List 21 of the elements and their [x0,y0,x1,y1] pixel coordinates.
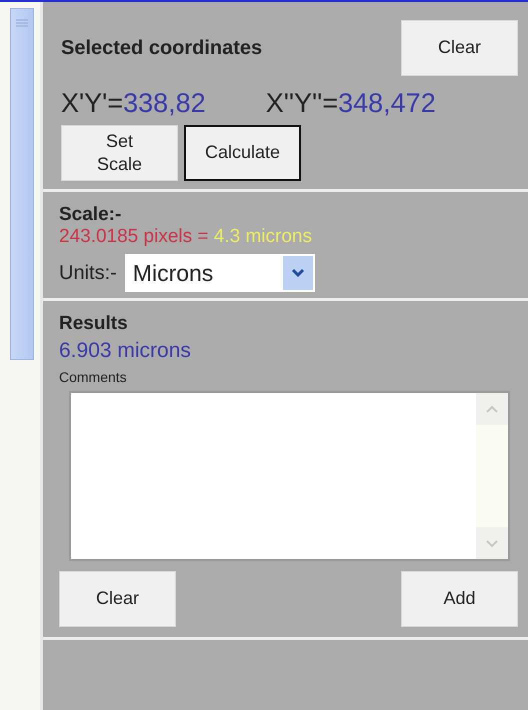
units-dropdown[interactable]: Microns [124,254,315,292]
section-title: Scale:- [59,204,122,226]
grip-icon [16,19,28,29]
chevron-down-icon [290,268,305,278]
add-button[interactable]: Add [401,571,518,627]
units-label: Units:- [59,262,117,284]
comments-field[interactable] [69,391,510,561]
section-title: Selected coordinates [61,36,262,60]
chevron-down-icon [485,538,499,548]
action-button[interactable]: Calculate [184,125,301,181]
result-value: 6.903 microns [59,339,192,363]
chevron-up-icon [485,404,499,414]
section-title: Results [59,313,129,335]
comments-label: Comments [59,369,128,385]
action-button[interactable]: Set Scale [61,125,178,181]
coordinate-reading: X'Y'=338,82 [61,88,206,119]
clear-button[interactable]: Clear [401,20,518,76]
scale-reading: 243.0185 pixels = 4.3 microns [59,226,313,248]
scroll-thumb[interactable] [10,8,34,360]
clear-button[interactable]: Clear [59,571,176,627]
coordinate-reading: X''Y''=348,472 [266,88,436,119]
